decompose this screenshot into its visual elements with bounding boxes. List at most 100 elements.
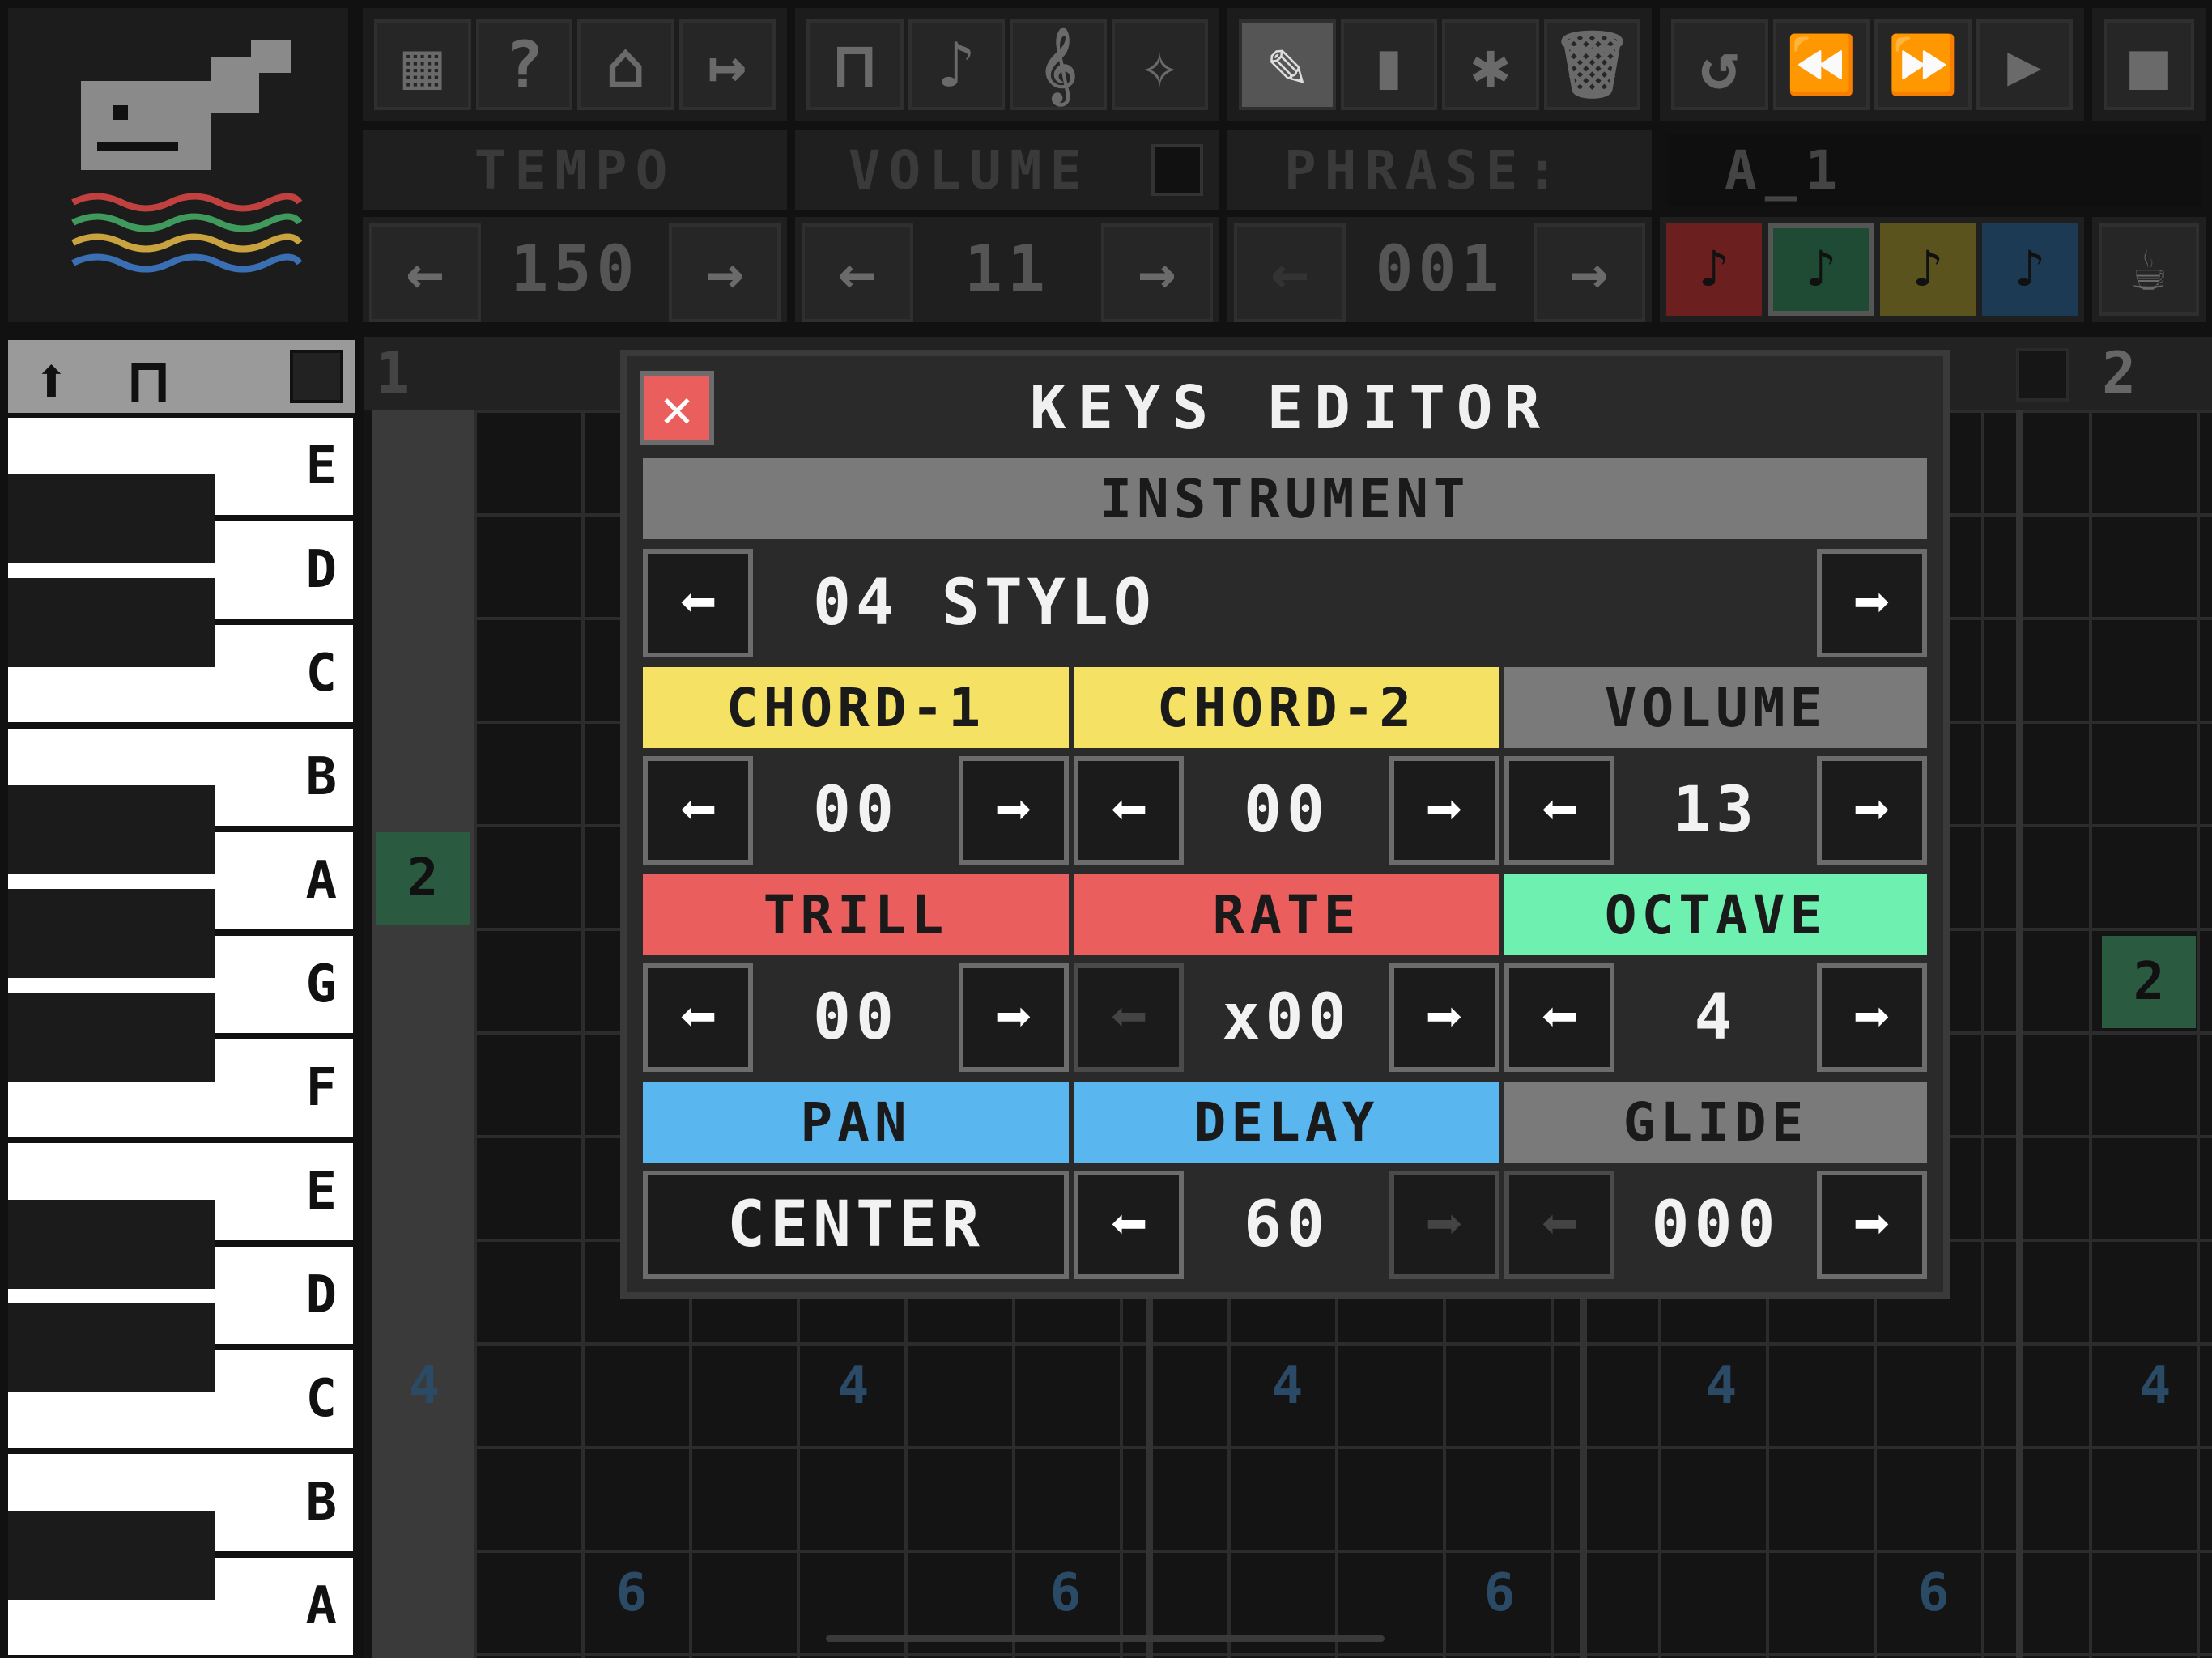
delay-decrease-button[interactable]: ⬅	[1074, 1171, 1184, 1279]
piano-keyboard: E D C B A G F E D C B A	[8, 418, 355, 1658]
instrument-next-button[interactable]: ➡	[1817, 549, 1927, 657]
rate-increase-button[interactable]: ➡	[1389, 963, 1499, 1072]
playhead-column	[372, 410, 474, 1658]
piano-black-key[interactable]	[8, 474, 215, 563]
close-icon[interactable]: ✕	[640, 371, 714, 445]
pan-value-button[interactable]: CENTER	[643, 1171, 1069, 1279]
track-checkbox[interactable]	[2016, 348, 2069, 402]
phrase-label: PHRASE:	[1227, 130, 1652, 210]
rate-label: RATE	[1074, 874, 1499, 955]
octave-label: OCTAVE	[1504, 874, 1927, 955]
volume-mute-checkbox[interactable]	[1151, 144, 1203, 196]
note-block[interactable]: 6	[1467, 1561, 1532, 1626]
volume-increase-button[interactable]: →	[1101, 223, 1213, 322]
instrument-value: 04 STYLO	[813, 567, 1156, 640]
note-block[interactable]: 4	[1689, 1354, 1754, 1418]
instrument-prev-button[interactable]: ⬅	[643, 549, 753, 657]
note-block[interactable]: 4	[392, 1354, 457, 1418]
rate-decrease-button[interactable]: ⬅	[1074, 963, 1184, 1072]
chord1-decrease-button[interactable]: ⬅	[643, 756, 753, 865]
note-block[interactable]: 6	[1901, 1561, 1966, 1626]
help-icon[interactable]: ?	[475, 19, 572, 110]
sparkle-icon[interactable]: ✱	[1442, 19, 1539, 110]
bar-divider	[2016, 410, 2023, 1658]
grid-icon[interactable]: ▦	[374, 19, 471, 110]
undo-icon[interactable]: ↺	[1671, 19, 1768, 110]
trill-increase-button[interactable]: ➡	[959, 963, 1069, 1072]
note-block[interactable]: 2	[376, 832, 470, 925]
pencil-icon[interactable]: ✎	[1239, 19, 1336, 110]
note-block[interactable]: 4	[2123, 1354, 2188, 1418]
note-block[interactable]: 6	[599, 1561, 664, 1626]
piano-black-key[interactable]	[8, 889, 215, 978]
bird-icon[interactable]: ✧	[1111, 19, 1208, 110]
tempo-increase-button[interactable]: →	[669, 223, 781, 322]
track-note-red[interactable]: ♪	[1666, 223, 1762, 316]
whale-logo-icon	[71, 40, 303, 273]
piano-black-key[interactable]	[8, 1303, 215, 1392]
glide-increase-button[interactable]: ➡	[1817, 1171, 1927, 1279]
trill-decrease-button[interactable]: ⬅	[643, 963, 753, 1072]
track-note-green[interactable]: ♪	[1768, 223, 1874, 316]
trash-icon[interactable]: 🗑	[1543, 19, 1640, 110]
track-selector: ♪ ♪ ♪ ♪	[1660, 217, 2084, 322]
keys-icon[interactable]: ⊓	[130, 345, 168, 418]
piano-black-key[interactable]	[8, 993, 215, 1082]
trill-value: 00	[813, 981, 899, 1054]
chord2-increase-button[interactable]: ➡	[1389, 756, 1499, 865]
phrase-control: ← 001 →	[1227, 217, 1652, 322]
track-note-yellow[interactable]: ♪	[1880, 223, 1976, 316]
piano-black-key[interactable]	[8, 1200, 215, 1289]
note-block[interactable]: 2	[2102, 936, 2196, 1028]
stop-icon[interactable]: ■	[2104, 19, 2194, 110]
volume-decrease-button[interactable]: ←	[802, 223, 913, 322]
piano-black-key[interactable]	[8, 785, 215, 874]
track-note-blue[interactable]: ♪	[1982, 223, 2078, 316]
phrase-decrease-button[interactable]: ←	[1234, 223, 1346, 322]
toolbar-group-file: ▦ ? ⌂ ↦	[363, 8, 787, 121]
cup-area: ☕	[2092, 217, 2206, 322]
save-icon[interactable]: ⌂	[577, 19, 674, 110]
instrument-label: INSTRUMENT	[643, 458, 1927, 539]
scroll-up-icon[interactable]: ⬆	[32, 345, 70, 418]
phrase-name-field[interactable]: A_1	[1668, 134, 2202, 206]
toolbar-group-edit: ✎ ▮ ✱ 🗑	[1227, 8, 1652, 121]
note-block[interactable]: 4	[1255, 1354, 1320, 1418]
phrase-increase-button[interactable]: →	[1534, 223, 1645, 322]
piano-black-key[interactable]	[8, 578, 215, 667]
track-number: 1	[376, 340, 410, 406]
tempo-value: 150	[510, 233, 640, 306]
rewind-icon[interactable]: ⏪	[1772, 19, 1870, 110]
tempo-decrease-button[interactable]: ←	[369, 223, 481, 322]
piano-black-key[interactable]	[8, 1511, 215, 1600]
clef-icon[interactable]: 𝄞	[1010, 19, 1107, 110]
volume-label: VOLUME	[848, 138, 1091, 202]
play-icon[interactable]: ▶	[1976, 19, 2073, 110]
glide-decrease-button[interactable]: ⬅	[1504, 1171, 1614, 1279]
pan-label: PAN	[643, 1082, 1069, 1163]
keyboard-checkbox[interactable]	[290, 350, 343, 403]
eraser-icon[interactable]: ▮	[1340, 19, 1437, 110]
volume-increase-button[interactable]: ➡	[1817, 756, 1927, 865]
note-block[interactable]: 4	[821, 1354, 886, 1418]
keys-icon[interactable]: ⊓	[806, 19, 904, 110]
chord1-value: 00	[813, 774, 899, 847]
forward-icon[interactable]: ⏩	[1874, 19, 1972, 110]
octave-decrease-button[interactable]: ⬅	[1504, 963, 1614, 1072]
chord2-decrease-button[interactable]: ⬅	[1074, 756, 1184, 865]
toolbar-group-instruments: ⊓ ♪ 𝄞 ✧	[795, 8, 1219, 121]
export-icon[interactable]: ↦	[678, 19, 776, 110]
chord1-increase-button[interactable]: ➡	[959, 756, 1069, 865]
volume-decrease-button[interactable]: ⬅	[1504, 756, 1614, 865]
trill-label: TRILL	[643, 874, 1069, 955]
note-block[interactable]: 6	[1033, 1561, 1098, 1626]
volume-header: VOLUME	[795, 130, 1219, 210]
keys-editor-dialog: ✕ KEYS EDITOR INSTRUMENT ⬅ 04 STYLO ➡ CH…	[620, 350, 1950, 1299]
glide-value: 000	[1651, 1188, 1780, 1261]
tempo-label: TEMPO	[363, 130, 787, 210]
cup-icon[interactable]: ☕	[2099, 223, 2199, 316]
octave-increase-button[interactable]: ➡	[1817, 963, 1927, 1072]
wave-icon[interactable]: ♪	[908, 19, 1005, 110]
tempo-control: ← 150 →	[363, 217, 787, 322]
delay-increase-button[interactable]: ➡	[1389, 1171, 1499, 1279]
